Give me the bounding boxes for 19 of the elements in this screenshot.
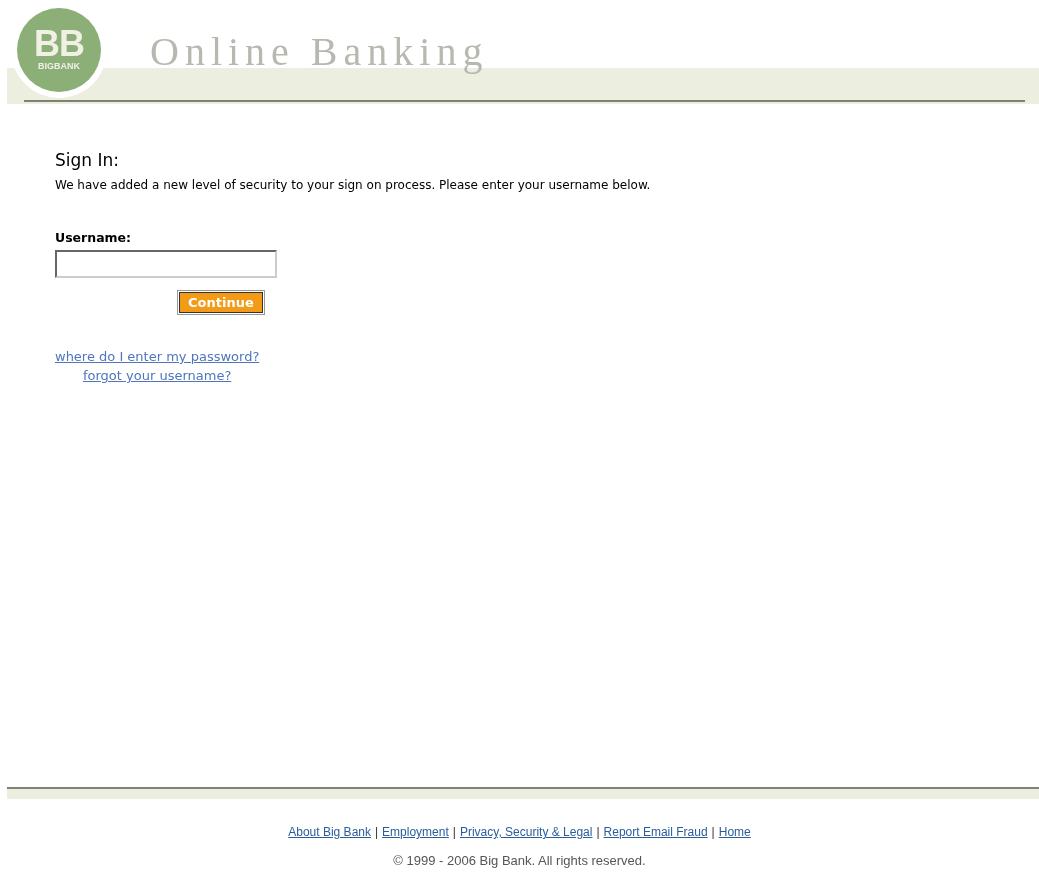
separator: | [711, 825, 715, 839]
logo-initials: BB [34, 28, 84, 60]
separator: | [452, 825, 456, 839]
separator: | [375, 825, 379, 839]
help-link[interactable]: where do I enter my password? [55, 347, 260, 366]
copyright-text: © 1999 - 2006 Big Bank. All rights reserved. [392, 853, 647, 868]
help-link[interactable]: forgot your username? [82, 366, 232, 385]
sign-in-heading: Sign In: [55, 150, 119, 170]
intro-text: We have added a new level of security to your sign on process. Please enter your username below. [55, 178, 651, 192]
separator: | [596, 825, 600, 839]
footer-link[interactable]: Report Email Fraud [603, 825, 708, 839]
page-title: Online Banking [150, 30, 489, 74]
footer-link[interactable]: Employment [382, 825, 449, 839]
footer-link[interactable]: About Big Bank [288, 825, 371, 839]
footer-link[interactable]: Privacy, Security & Legal [459, 825, 593, 839]
footer-link[interactable]: Home [718, 825, 751, 839]
logo-name: BIGBANK [38, 60, 80, 72]
username-field[interactable] [55, 250, 277, 278]
username-label: Username: [55, 230, 132, 245]
